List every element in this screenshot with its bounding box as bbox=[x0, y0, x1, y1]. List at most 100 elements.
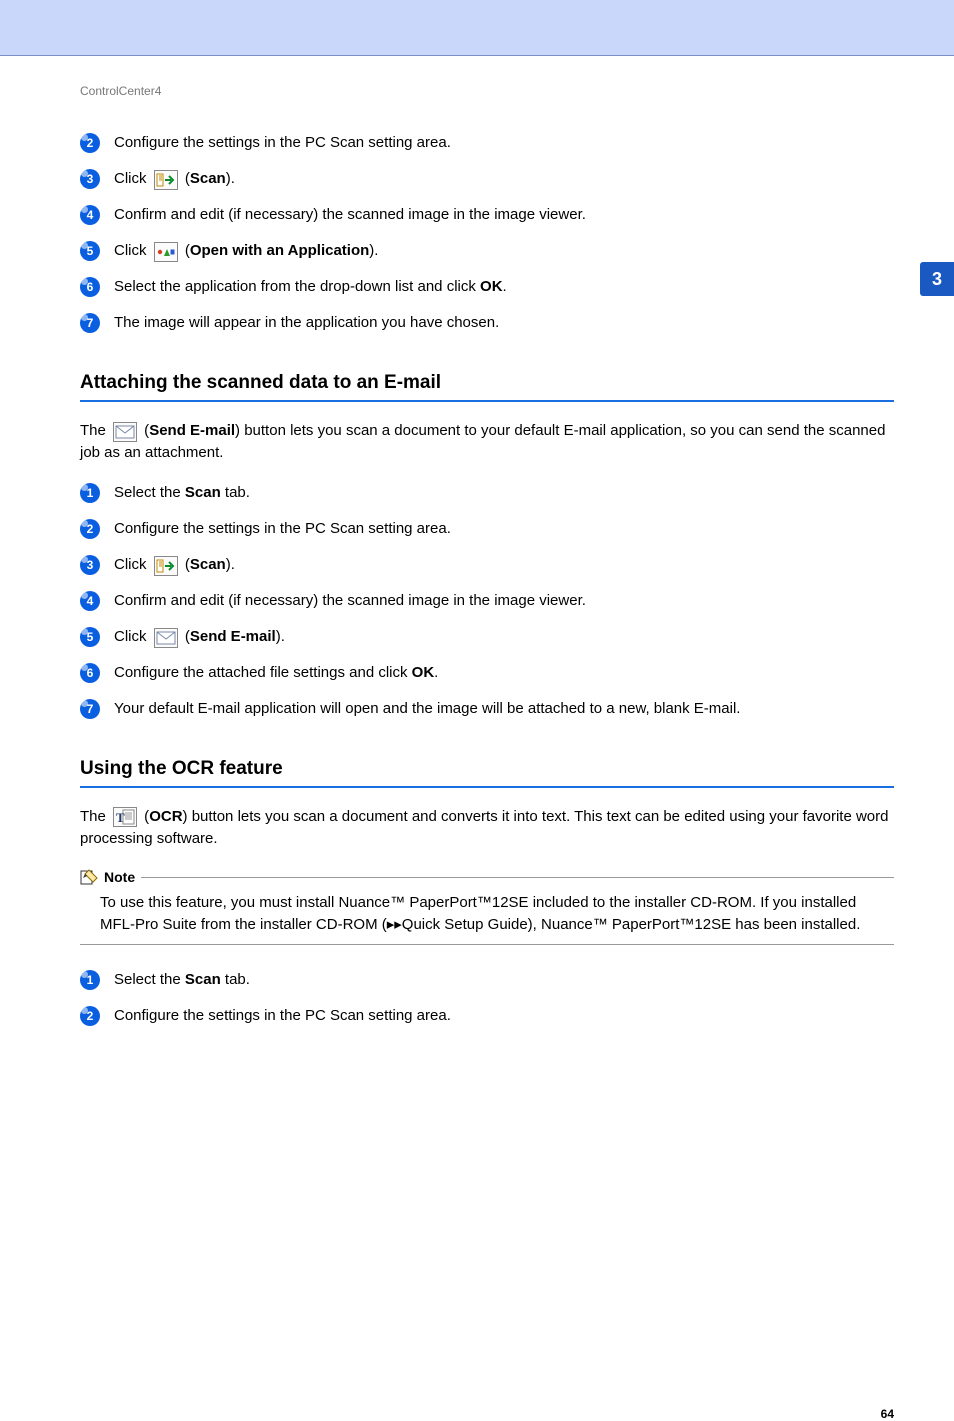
step: 3 Click (Scan). bbox=[80, 554, 894, 576]
section-a-intro: The (Send E-mail) button lets you scan a… bbox=[80, 420, 894, 464]
bold-text: Send E-mail bbox=[190, 628, 276, 645]
bold-text: Scan bbox=[185, 484, 221, 501]
step-number: 2 bbox=[80, 1006, 100, 1026]
step-number: 1 bbox=[80, 483, 100, 503]
text: tab. bbox=[221, 971, 250, 988]
email-icon bbox=[113, 422, 137, 442]
bold-text: Scan bbox=[190, 556, 226, 573]
step-text: The image will appear in the application… bbox=[114, 312, 894, 334]
step-text: Select the Scan tab. bbox=[114, 482, 894, 504]
step-number: 3 bbox=[80, 169, 100, 189]
step-number: 5 bbox=[80, 241, 100, 261]
step-number: 4 bbox=[80, 591, 100, 611]
step: 6 Select the application from the drop-do… bbox=[80, 276, 894, 298]
bold-text: Send E-mail bbox=[149, 422, 235, 439]
step-number: 3 bbox=[80, 555, 100, 575]
scan-icon bbox=[154, 556, 178, 576]
step: 4 Confirm and edit (if necessary) the sca… bbox=[80, 590, 894, 612]
step-text: Confirm and edit (if necessary) the scan… bbox=[114, 204, 894, 226]
section-b-title: Using the OCR feature bbox=[80, 758, 894, 780]
text: The bbox=[80, 808, 110, 825]
text: ) button lets you scan a document and co… bbox=[80, 808, 888, 847]
step-number: 5 bbox=[80, 627, 100, 647]
step-text: Click (Open with an Application). bbox=[114, 240, 894, 262]
step-text: Confirm and edit (if necessary) the scan… bbox=[114, 590, 894, 612]
note-icon bbox=[80, 868, 98, 886]
note-label: Note bbox=[104, 869, 135, 885]
step-text: Click (Send E-mail). bbox=[114, 626, 894, 648]
text: Configure the attached file settings and… bbox=[114, 664, 412, 681]
text: ( bbox=[140, 808, 149, 825]
text: ). bbox=[276, 628, 285, 645]
text: . bbox=[503, 278, 507, 295]
step-number: 2 bbox=[80, 519, 100, 539]
step: 7 The image will appear in the applicatio… bbox=[80, 312, 894, 334]
text: Click bbox=[114, 170, 151, 187]
step-text: Configure the settings in the PC Scan se… bbox=[114, 132, 894, 154]
breadcrumb: ControlCenter4 bbox=[80, 56, 894, 132]
text: Click bbox=[114, 242, 151, 259]
step: 2Configure the settings in the PC Scan s… bbox=[80, 132, 894, 154]
section-a-rule bbox=[80, 400, 894, 402]
text: Click bbox=[114, 628, 151, 645]
top-steps: 2Configure the settings in the PC Scan s… bbox=[80, 132, 894, 334]
text: The image will appear in the application… bbox=[114, 314, 499, 331]
text: Configure the settings in the PC Scan se… bbox=[114, 134, 451, 151]
ocr-icon: T bbox=[113, 807, 137, 827]
step-number: 7 bbox=[80, 313, 100, 333]
step-number: 4 bbox=[80, 205, 100, 225]
text: ( bbox=[181, 556, 190, 573]
step-number: 7 bbox=[80, 699, 100, 719]
text: The bbox=[80, 422, 110, 439]
header-band bbox=[0, 0, 954, 56]
step: 5 Click (Send E-mail). bbox=[80, 626, 894, 648]
step: 2 Configure the settings in the PC Scan s… bbox=[80, 1005, 894, 1027]
text: Configure the settings in the PC Scan se… bbox=[114, 1007, 451, 1024]
svg-text:T: T bbox=[116, 810, 125, 825]
step-text: Configure the settings in the PC Scan se… bbox=[114, 518, 894, 540]
text: Click bbox=[114, 556, 151, 573]
note-body: To use this feature, you must install Nu… bbox=[80, 886, 894, 945]
bold-text: Open with an Application bbox=[190, 242, 369, 259]
text: . bbox=[434, 664, 438, 681]
text: ( bbox=[181, 170, 190, 187]
text: Select the application from the drop-dow… bbox=[114, 278, 480, 295]
step: 1 Select the Scan tab. bbox=[80, 482, 894, 504]
step-number: 1 bbox=[80, 970, 100, 990]
page-number: 64 bbox=[881, 1407, 894, 1421]
step: 6 Configure the attached file settings an… bbox=[80, 662, 894, 684]
bold-text: OK bbox=[480, 278, 503, 295]
text: ( bbox=[140, 422, 149, 439]
step-text: Click (Scan). bbox=[114, 168, 894, 190]
email-icon bbox=[154, 628, 178, 648]
step-text: Select the application from the drop-dow… bbox=[114, 276, 894, 298]
text: Your default E-mail application will ope… bbox=[114, 700, 740, 717]
text: Confirm and edit (if necessary) the scan… bbox=[114, 206, 586, 223]
text: Select the bbox=[114, 484, 185, 501]
text: tab. bbox=[221, 484, 250, 501]
text: ). bbox=[226, 556, 235, 573]
bold-text: Scan bbox=[185, 971, 221, 988]
text: ). bbox=[369, 242, 378, 259]
open-app-icon bbox=[154, 242, 178, 262]
step-number: 6 bbox=[80, 663, 100, 683]
section-a-steps: 1 Select the Scan tab. 2 Configure the sett… bbox=[80, 482, 894, 720]
text: Configure the settings in the PC Scan se… bbox=[114, 520, 451, 537]
step: 4 Confirm and edit (if necessary) the sca… bbox=[80, 204, 894, 226]
section-b-intro: The T (OCR) button lets you scan a docum… bbox=[80, 806, 894, 850]
step-text: Configure the settings in the PC Scan se… bbox=[114, 1005, 894, 1027]
step-text: Configure the attached file settings and… bbox=[114, 662, 894, 684]
section-b-rule bbox=[80, 786, 894, 788]
step-text: Select the Scan tab. bbox=[114, 969, 894, 991]
note-head-line bbox=[141, 877, 894, 878]
step-number: 6 bbox=[80, 277, 100, 297]
note-box: Note To use this feature, you must insta… bbox=[80, 868, 894, 945]
bold-text: OCR bbox=[149, 808, 182, 825]
chapter-tab: 3 bbox=[920, 262, 954, 296]
step-text: Your default E-mail application will ope… bbox=[114, 698, 894, 720]
text: Select the bbox=[114, 971, 185, 988]
step: 3 Click (Scan). bbox=[80, 168, 894, 190]
section-b-steps: 1 Select the Scan tab. 2 Configure the sett… bbox=[80, 969, 894, 1027]
text: ( bbox=[181, 628, 190, 645]
step-text: Click (Scan). bbox=[114, 554, 894, 576]
